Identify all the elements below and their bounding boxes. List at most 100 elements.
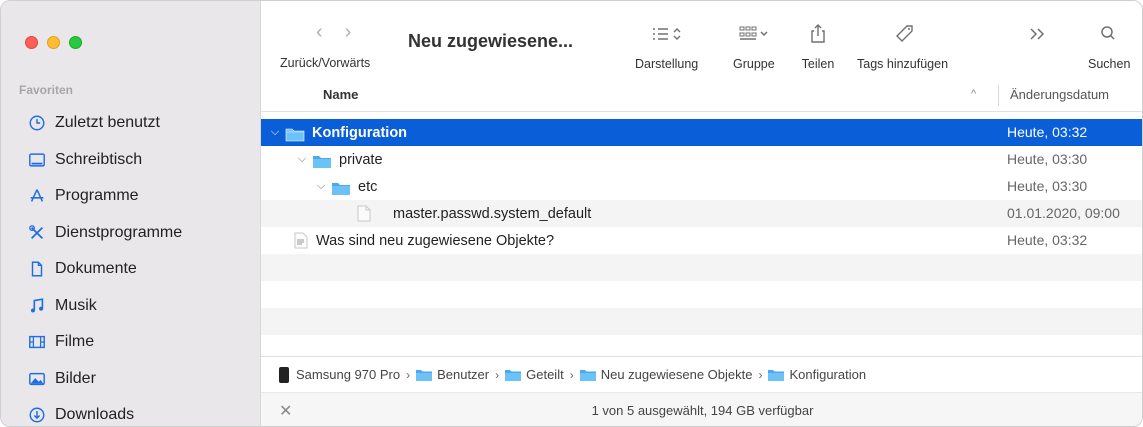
list-view-icon [650, 21, 684, 47]
tag-icon [886, 21, 920, 47]
sidebar-item-label: Downloads [55, 406, 135, 424]
column-header: Name ^ Änderungsdatum [261, 79, 1142, 112]
search-label: Suchen [1088, 57, 1131, 71]
close-icon[interactable]: ✕ [279, 401, 292, 421]
folder-icon [416, 369, 433, 381]
file-date: Heute, 03:30 [1007, 178, 1088, 194]
sidebar-item-documents[interactable]: Dokumente [1, 251, 261, 288]
music-icon [27, 296, 47, 316]
path-crumb-neu-zugewiesene[interactable]: Neu zugewiesene Objekte [579, 367, 753, 382]
sidebar-item-label: Programme [55, 187, 139, 205]
minimize-window-button[interactable] [47, 36, 60, 49]
file-row-readme[interactable]: Was sind neu zugewiesene Objekte? Heute,… [261, 227, 1142, 254]
folder-icon [505, 369, 522, 381]
file-row-master-passwd[interactable]: master.passwd.system_default 01.01.2020,… [261, 200, 1142, 227]
chevron-left-icon[interactable]: ‹ [316, 21, 323, 44]
group-label: Gruppe [733, 57, 775, 71]
file-row-etc[interactable]: ⌵ etc Heute, 03:30 [261, 173, 1142, 200]
file-name: Konfiguration [312, 124, 408, 141]
more-toolbar-button[interactable] [1021, 21, 1055, 57]
file-date: 01.01.2020, 09:00 [1007, 205, 1120, 221]
share-button[interactable]: Teilen [801, 21, 835, 71]
toolbar: ‹ › Zurück/Vorwärts Neu zugewiesene... D… [261, 1, 1142, 79]
search-button[interactable]: Suchen [1088, 21, 1130, 71]
crumb-label: Benutzer [437, 367, 490, 382]
sidebar-item-label: Zuletzt benutzt [55, 114, 160, 132]
sidebar: Favoriten Zuletzt benutzt Schreibtisch P… [1, 1, 261, 426]
sidebar-item-movies[interactable]: Filme [1, 324, 261, 361]
file-row-konfiguration[interactable]: ⌵ Konfiguration Heute, 03:32 [261, 119, 1142, 146]
column-date-header[interactable]: Änderungsdatum [1010, 87, 1109, 102]
file-name: etc [358, 178, 378, 195]
sidebar-item-downloads[interactable]: Downloads [1, 397, 261, 426]
sidebar-item-desktop[interactable]: Schreibtisch [1, 142, 261, 179]
window-controls [25, 36, 82, 49]
view-options-label: Darstellung [635, 57, 699, 71]
sidebar-section-favoriten: Favoriten [19, 83, 74, 97]
crumb-label: Samsung 970 Pro [296, 367, 401, 382]
nav-label: Zurück/Vorwärts [280, 56, 371, 70]
path-crumb-geteilt[interactable]: Geteilt [505, 367, 564, 382]
empty-row [261, 308, 1142, 335]
file-name: master.passwd.system_default [393, 205, 592, 222]
file-name: Was sind neu zugewiesene Objekte? [316, 232, 555, 249]
zoom-window-button[interactable] [69, 36, 82, 49]
sidebar-item-label: Dienstprogramme [55, 223, 183, 241]
file-row-private[interactable]: ⌵ private Heute, 03:30 [261, 146, 1142, 173]
disclosure-chevron-icon[interactable]: ⌵ [269, 126, 281, 139]
share-label: Teilen [801, 57, 835, 71]
column-name-header[interactable]: Name [323, 87, 358, 102]
sidebar-item-label: Dokumente [55, 260, 137, 278]
path-separator: › [406, 367, 411, 382]
file-date: Heute, 03:30 [1007, 151, 1088, 167]
disclosure-chevron-icon[interactable]: ⌵ [296, 153, 308, 166]
overflow-chevrons-icon [1021, 21, 1055, 47]
apps-icon [27, 186, 47, 206]
path-crumb-benutzer[interactable]: Benutzer [416, 367, 489, 382]
path-crumb-konfiguration[interactable]: Konfiguration [768, 367, 866, 382]
tools-icon [27, 223, 47, 243]
nav-arrows: ‹ › [316, 21, 351, 44]
clock-icon [27, 113, 47, 133]
window-title: Neu zugewiesene... [408, 31, 574, 51]
disclosure-chevron-icon[interactable]: ⌵ [315, 180, 327, 193]
share-icon [801, 21, 835, 47]
status-bar: ✕ 1 von 5 ausgewählt, 194 GB verfügbar [261, 392, 1142, 426]
view-options-button[interactable]: Darstellung [635, 21, 698, 71]
folder-icon [331, 180, 351, 195]
group-grid-icon [737, 21, 771, 47]
sidebar-item-pictures[interactable]: Bilder [1, 361, 261, 398]
file-date: Heute, 03:32 [1007, 124, 1088, 140]
file-date: Heute, 03:32 [1007, 232, 1088, 248]
empty-row [261, 254, 1142, 281]
add-tags-button[interactable]: Tags hinzufügen [857, 21, 948, 71]
disk-icon [279, 366, 289, 383]
sidebar-item-music[interactable]: Musik [1, 288, 261, 325]
download-icon [27, 405, 47, 425]
path-separator: › [569, 367, 574, 382]
chevron-right-icon[interactable]: › [345, 21, 352, 44]
folder-icon [579, 369, 596, 381]
group-button[interactable]: Gruppe [733, 21, 775, 71]
sidebar-item-label: Filme [55, 333, 95, 351]
search-icon [1092, 21, 1126, 47]
crumb-label: Geteilt [526, 367, 564, 382]
file-list: ⌵ Konfiguration Heute, 03:32 ⌵ private H… [261, 119, 1142, 362]
path-crumb-disk[interactable]: Samsung 970 Pro [279, 366, 401, 383]
folder-icon [312, 153, 332, 168]
photo-icon [27, 369, 47, 389]
close-window-button[interactable] [25, 36, 38, 49]
folder-icon [285, 126, 305, 141]
generic-file-icon [357, 205, 371, 222]
status-text: 1 von 5 ausgewählt, 194 GB verfügbar [591, 403, 814, 418]
crumb-label: Neu zugewiesene Objekte [600, 367, 753, 382]
text-file-icon [294, 232, 308, 249]
sidebar-item-utilities[interactable]: Dienstprogramme [1, 215, 261, 252]
sidebar-item-recents[interactable]: Zuletzt benutzt [1, 105, 261, 142]
sort-ascending-icon[interactable]: ^ [971, 88, 976, 100]
sidebar-item-label: Musik [55, 296, 97, 314]
path-separator: › [495, 367, 500, 382]
path-separator: › [758, 367, 763, 382]
sidebar-item-applications[interactable]: Programme [1, 178, 261, 215]
column-divider[interactable] [998, 85, 999, 106]
